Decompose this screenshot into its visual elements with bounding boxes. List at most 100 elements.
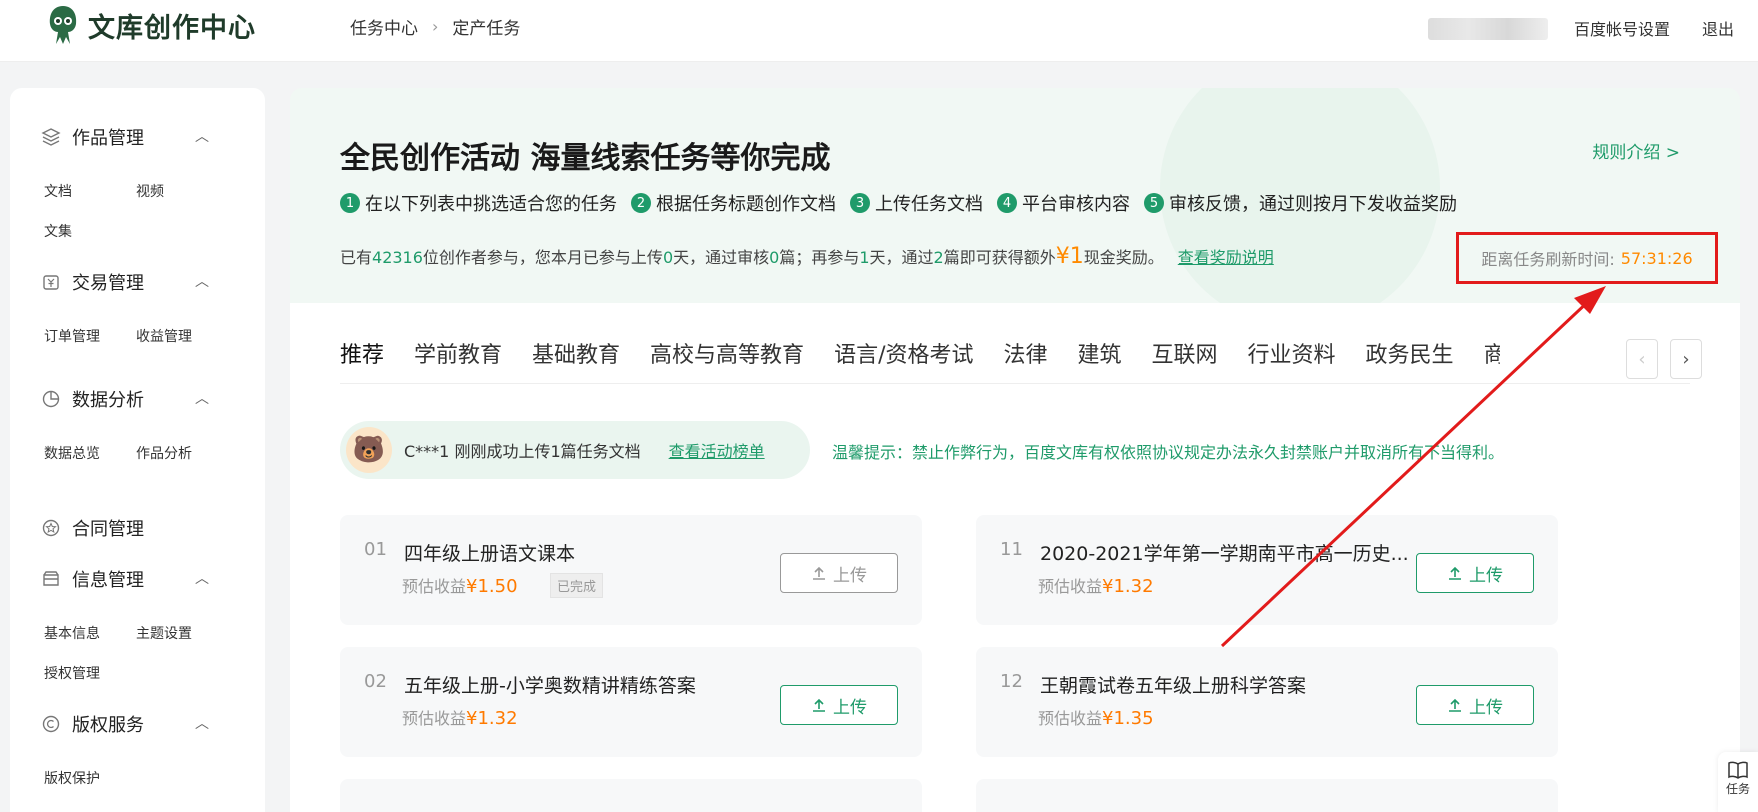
reward-info-link[interactable]: 查看奖励说明 [1178, 248, 1274, 267]
sidebar-section-label: 数据分析 [72, 390, 144, 411]
breadcrumb-task-center[interactable]: 任务中心 [350, 14, 418, 39]
chevron-up-icon: ︿ [195, 716, 209, 732]
sidebar-item-doc[interactable]: 文档 [44, 181, 72, 201]
notice-message: C***1 刚刚成功上传1篇任务文档 [404, 442, 641, 461]
task-number: 11 [1000, 539, 1023, 560]
sidebar-section-analytics[interactable]: 数据分析 ︿ [40, 386, 209, 412]
squid-logo-icon [49, 6, 77, 44]
tab-recommended[interactable]: 推荐 [340, 337, 384, 369]
upload-button[interactable]: 上传 [1416, 553, 1534, 593]
stats-text: 天，通过审核 [673, 248, 770, 267]
chevron-up-icon: ︿ [195, 274, 209, 290]
layers-icon [40, 126, 62, 148]
floating-task-button[interactable]: 任务 [1718, 752, 1758, 812]
tab-scroll-left-icon[interactable]: ‹ [1626, 339, 1658, 379]
step-4: 4 平台审核内容 [997, 190, 1130, 216]
sidebar-section-trade[interactable]: 交易管理 ︿ [40, 269, 209, 295]
tab-language-exam[interactable]: 语言/资格考试 [834, 337, 973, 369]
tab-higher-education[interactable]: 高校与高等教育 [650, 337, 804, 369]
sidebar-section-works[interactable]: 作品管理 ︿ [40, 124, 209, 150]
tab-government[interactable]: 政务民生 [1366, 337, 1454, 369]
stats-text: 位创作者参与，您本月已参与上传 [422, 248, 663, 267]
sidebar-section-label: 信息管理 [72, 570, 144, 591]
tab-preschool[interactable]: 学前教育 [414, 337, 502, 369]
task-card: 02 五年级上册-小学奥数精讲精练答案 预估收益¥1.32 上传 [340, 647, 922, 757]
step-5: 5 审核反馈，通过则按月下发收益奖励 [1144, 190, 1457, 216]
account-settings-link[interactable]: 百度帐号设置 [1574, 16, 1670, 40]
book-icon [1728, 761, 1748, 779]
tab-internet[interactable]: 互联网 [1152, 337, 1218, 369]
step-text: 在以下列表中挑选适合您的任务 [365, 194, 617, 215]
tab-divider [340, 383, 1690, 384]
upload-icon [813, 698, 825, 712]
stats-text: 篇；再参与 [779, 248, 860, 267]
sidebar-section-info[interactable]: 信息管理 ︿ [40, 566, 209, 592]
tab-basic-education[interactable]: 基础教育 [532, 337, 620, 369]
chevron-up-icon: ︿ [195, 129, 209, 145]
task-card: 12 王朝霞试卷五年级上册科学答案 预估收益¥1.35 上传 [976, 647, 1558, 757]
sidebar-item-basic-info[interactable]: 基本信息 [44, 623, 100, 643]
task-earnings: 预估收益¥1.32 [402, 705, 518, 729]
step-2: 2 根据任务标题创作文档 [631, 190, 836, 216]
sidebar-item-works-analysis[interactable]: 作品分析 [136, 443, 192, 463]
rules-link[interactable]: 规则介绍 > [1592, 138, 1680, 163]
refresh-countdown: 距离任务刷新时间: 57:31:26 [1456, 232, 1718, 284]
upload-icon [1449, 698, 1461, 712]
task-price: ¥1.35 [1102, 708, 1154, 729]
sidebar-item-data-overview[interactable]: 数据总览 [44, 443, 100, 463]
countdown-value: 57:31:26 [1620, 248, 1693, 268]
upload-notice: 🐻 C***1 刚刚成功上传1篇任务文档 查看活动榜单 [340, 421, 810, 479]
leaderboard-link[interactable]: 查看活动榜单 [669, 438, 765, 462]
sidebar-item-theme[interactable]: 主题设置 [136, 623, 192, 643]
sidebar-section-contract[interactable]: 合同管理 [40, 515, 144, 541]
task-price: ¥1.32 [1102, 576, 1154, 597]
task-title[interactable]: 2020-2021学年第一学期南平市高一历史... [1040, 539, 1409, 566]
task-number: 01 [364, 539, 387, 560]
logout-link[interactable]: 退出 [1702, 16, 1734, 40]
upload-button-label: 上传 [1469, 565, 1503, 586]
countdown-label: 距离任务刷新时间: [1481, 250, 1615, 269]
tab-scroll-right-icon[interactable]: › [1670, 339, 1702, 379]
upload-button[interactable]: 上传 [1416, 685, 1534, 725]
tab-law[interactable]: 法律 [1003, 337, 1047, 369]
task-list-panel: 推荐 学前教育 基础教育 高校与高等教育 语言/资格考试 法律 建筑 互联网 行… [290, 303, 1740, 812]
sidebar-item-video[interactable]: 视频 [136, 181, 164, 201]
tab-product-manual[interactable]: 商品说明书 [1484, 337, 1500, 369]
task-earnings: 预估收益¥1.35 [1038, 705, 1154, 729]
logo[interactable]: 文库创作中心 [46, 4, 256, 46]
tab-architecture[interactable]: 建筑 [1078, 337, 1122, 369]
step-text: 上传任务文档 [875, 194, 983, 215]
upload-button-label: 上传 [833, 565, 867, 586]
step-number: 5 [1144, 193, 1164, 213]
sidebar-section-label: 版权服务 [72, 715, 144, 736]
sidebar-section-label: 合同管理 [72, 519, 144, 540]
chevron-up-icon: ︿ [195, 391, 209, 407]
sidebar-item-authorization[interactable]: 授权管理 [44, 663, 100, 683]
sidebar-section-copyright[interactable]: 版权服务 ︿ [40, 711, 209, 737]
breadcrumb-current: 定产任务 [452, 19, 521, 39]
task-card: 01 四年级上册语文课本 预估收益¥1.50 已完成 上传 [340, 515, 922, 625]
task-card-partial [340, 779, 922, 812]
task-title[interactable]: 王朝霞试卷五年级上册科学答案 [1040, 671, 1306, 698]
stats-text: 天，通过 [869, 248, 934, 267]
upload-button[interactable]: 上传 [780, 553, 898, 593]
step-number: 4 [997, 193, 1017, 213]
tab-industry[interactable]: 行业资料 [1248, 337, 1336, 369]
username-blurred[interactable] [1428, 18, 1548, 40]
upload-days: 0 [662, 248, 674, 267]
task-title[interactable]: 五年级上册-小学奥数精讲精练答案 [404, 671, 696, 698]
earn-label: 预估收益 [1038, 709, 1103, 728]
participation-stats: 已有42316位创作者参与，您本月已参与上传0天，通过审核0篇；再参与1天，通过… [340, 244, 1274, 269]
upload-icon [813, 566, 825, 580]
sidebar-section-label: 交易管理 [72, 273, 144, 294]
sidebar-item-copyright-protect[interactable]: 版权保护 [44, 768, 100, 788]
step-3: 3 上传任务文档 [850, 190, 983, 216]
task-title[interactable]: 四年级上册语文课本 [404, 539, 575, 566]
upload-button[interactable]: 上传 [780, 685, 898, 725]
participant-count: 42316 [372, 248, 423, 267]
sidebar-item-collection[interactable]: 文集 [44, 221, 72, 241]
earn-label: 预估收益 [402, 709, 467, 728]
sidebar-item-income[interactable]: 收益管理 [136, 326, 192, 346]
sidebar-item-orders[interactable]: 订单管理 [44, 326, 100, 346]
logo-text: 文库创作中心 [88, 12, 256, 44]
